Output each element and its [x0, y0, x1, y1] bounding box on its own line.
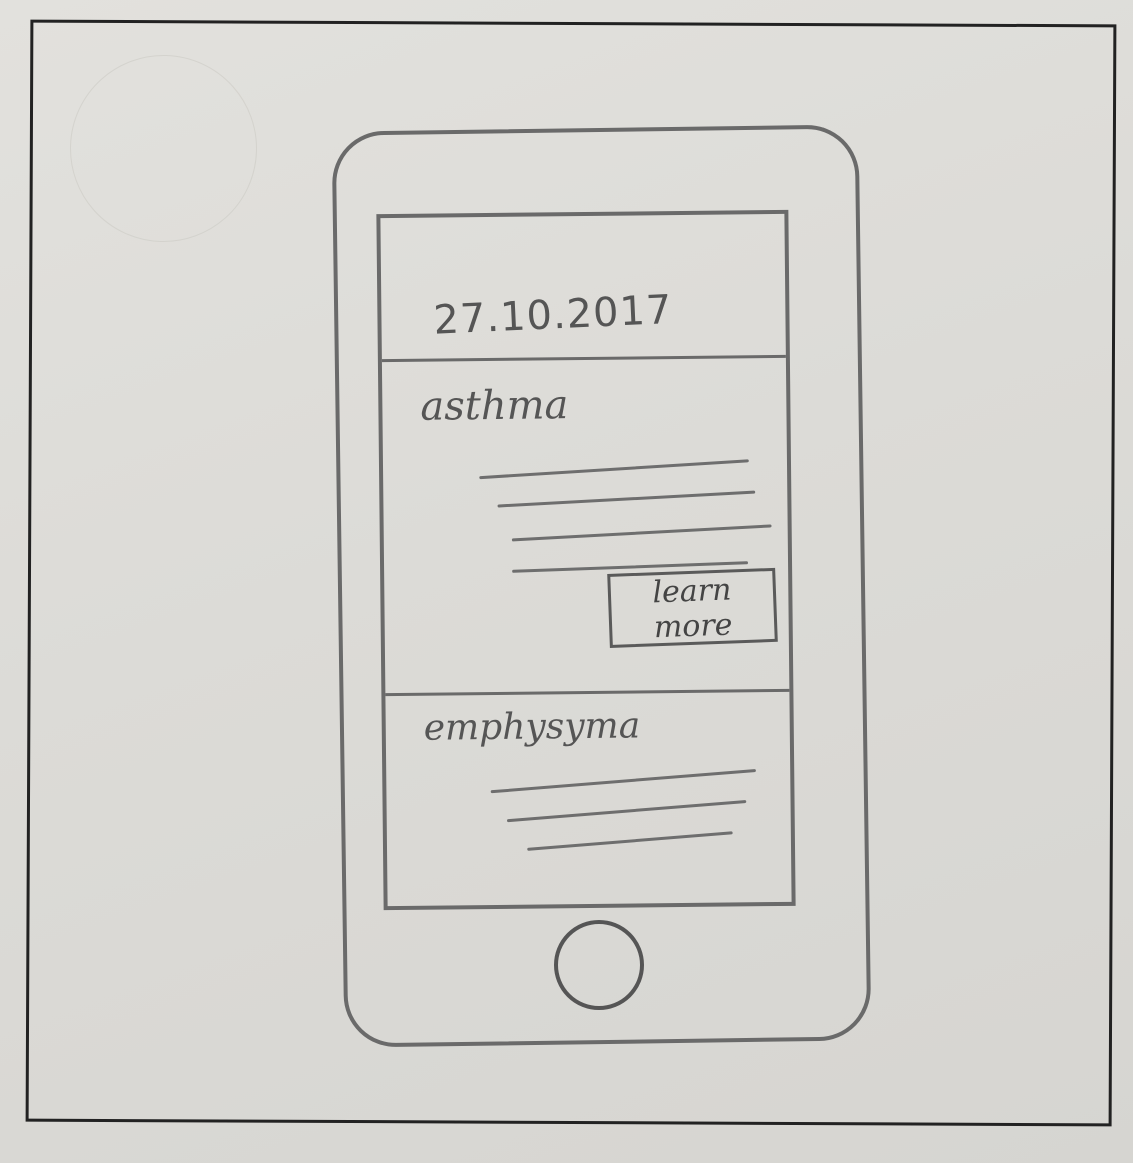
- text-placeholder-line: [490, 768, 757, 794]
- home-button-icon[interactable]: [554, 920, 644, 1010]
- card-asthma[interactable]: asthma learn more: [381, 357, 790, 697]
- date-header: 27.10.2017: [380, 213, 786, 363]
- text-placeholder-line: [497, 490, 756, 508]
- card-emphysema[interactable]: emphysyma: [385, 692, 791, 910]
- card-title-emphysema: emphysyma: [423, 705, 641, 749]
- phone-screen: 27.10.2017 asthma learn more emphysyma: [376, 209, 796, 911]
- text-placeholder-line: [506, 799, 747, 823]
- text-placeholder-line: [479, 459, 749, 480]
- date-text: 27.10.2017: [432, 286, 674, 344]
- card-title-asthma: asthma: [420, 382, 569, 430]
- sketch-paper: 27.10.2017 asthma learn more emphysyma: [0, 0, 1133, 1163]
- learn-more-button[interactable]: learn more: [607, 567, 778, 648]
- text-placeholder-line: [511, 524, 772, 542]
- text-placeholder-line: [527, 831, 733, 851]
